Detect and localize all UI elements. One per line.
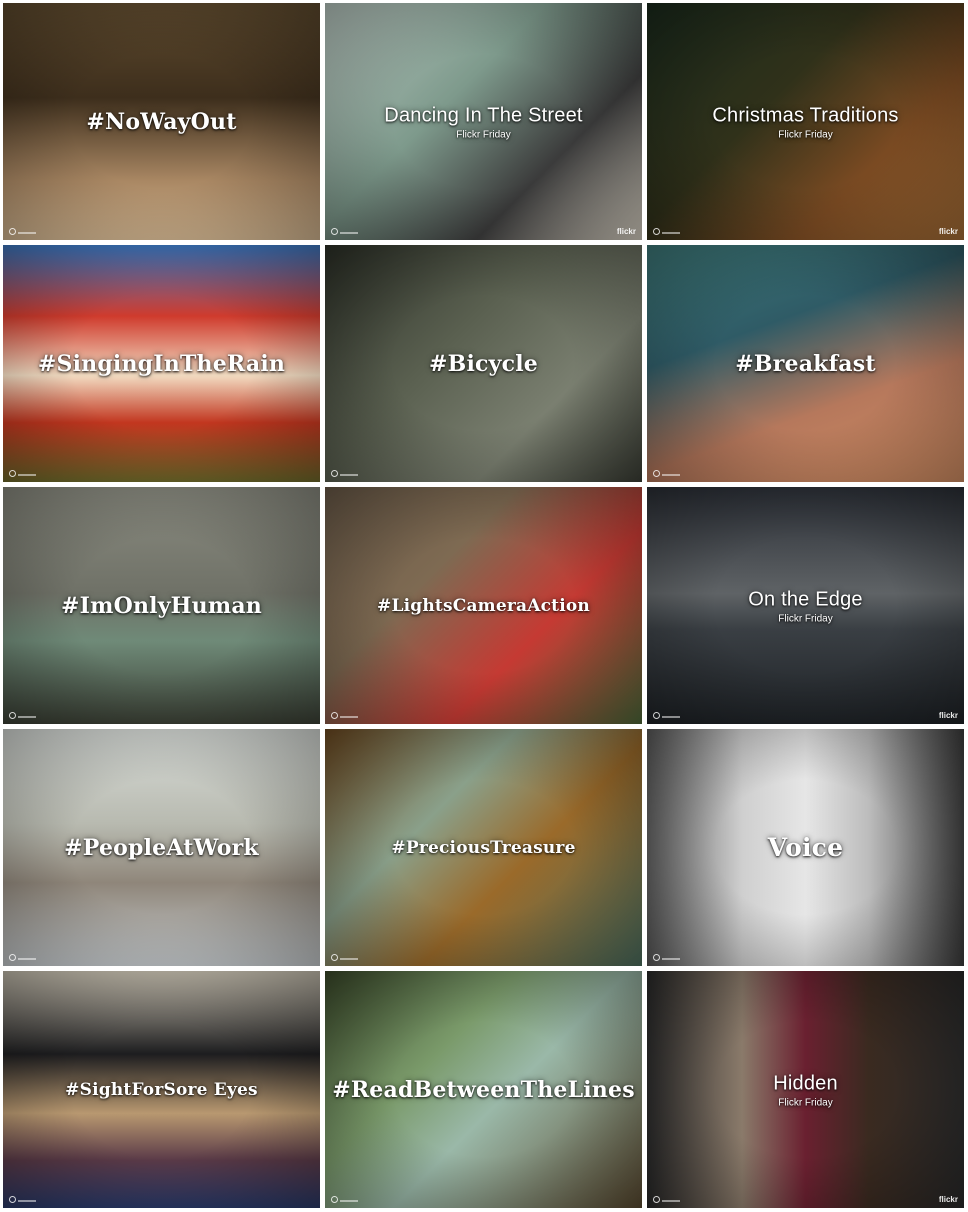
tile-title: #PreciousTreasure (391, 837, 576, 858)
tile-subtitle: Flickr Friday (778, 1097, 833, 1108)
attribution-line (18, 1200, 36, 1202)
attribution-line (662, 958, 680, 960)
photo-tile[interactable]: Christmas Traditions Flickr Friday flickr (647, 3, 964, 240)
license-icon (9, 954, 16, 961)
attribution-line (340, 958, 358, 960)
tile-title: #ReadBetweenTheLines (332, 1076, 635, 1103)
photo-tile[interactable]: #Bicycle (325, 245, 642, 482)
license-icon (331, 1196, 338, 1203)
tile-caption: #ImOnlyHuman (3, 593, 320, 619)
tile-caption: #ReadBetweenTheLines (325, 1077, 642, 1103)
photo-tile[interactable]: #SightForSore Eyes (3, 971, 320, 1208)
tile-caption: #SingingInTheRain (3, 351, 320, 377)
tile-title: #Bicycle (429, 350, 538, 377)
tile-caption: #Breakfast (647, 351, 964, 377)
attribution-line (662, 474, 680, 476)
tile-title: #NoWayOut (86, 108, 237, 135)
photo-tile[interactable]: #Breakfast (647, 245, 964, 482)
tile-title: Christmas Traditions (712, 104, 899, 126)
tile-title: #SightForSore Eyes (65, 1079, 258, 1100)
license-icon (653, 228, 660, 235)
flickr-badge: flickr (616, 227, 636, 236)
attribution-line (340, 716, 358, 718)
license-icon (9, 1196, 16, 1203)
tile-title: #Breakfast (735, 350, 876, 377)
attribution-line (662, 716, 680, 718)
flickr-badge: flickr (938, 711, 958, 720)
license-icon (331, 228, 338, 235)
photo-tile[interactable]: Dancing In The Street Flickr Friday flickr (325, 3, 642, 240)
attribution-line (662, 1200, 680, 1202)
tile-caption: #SightForSore Eyes (3, 1077, 320, 1103)
tile-title: On the Edge (748, 588, 863, 610)
license-icon (9, 228, 16, 235)
photo-tile[interactable]: Voice (647, 729, 964, 966)
photo-tile[interactable]: Hidden Flickr Friday flickr (647, 971, 964, 1208)
photo-tile[interactable]: #NoWayOut (3, 3, 320, 240)
tile-title: Dancing In The Street (384, 104, 583, 126)
tile-subtitle: Flickr Friday (456, 129, 511, 140)
tile-caption: #Bicycle (325, 351, 642, 377)
attribution-line (18, 716, 36, 718)
tile-title: Hidden (773, 1072, 838, 1094)
tile-caption: #PreciousTreasure (325, 835, 642, 861)
photo-tile[interactable]: #ReadBetweenTheLines (325, 971, 642, 1208)
attribution-line (18, 474, 36, 476)
attribution-line (340, 474, 358, 476)
tile-title: #ImOnlyHuman (60, 592, 262, 619)
tile-subtitle: Flickr Friday (778, 613, 833, 624)
tile-caption: #NoWayOut (3, 109, 320, 135)
tile-caption: #PeopleAtWork (3, 835, 320, 861)
photo-tile[interactable]: On the Edge Flickr Friday flickr (647, 487, 964, 724)
attribution-line (662, 232, 680, 234)
tile-title: #LightsCameraAction (377, 595, 590, 616)
photo-tile[interactable]: #SingingInTheRain (3, 245, 320, 482)
license-icon (653, 954, 660, 961)
tile-caption: On the Edge Flickr Friday (647, 586, 964, 625)
photo-tile[interactable]: #LightsCameraAction (325, 487, 642, 724)
attribution-line (340, 232, 358, 234)
tile-caption: #LightsCameraAction (325, 593, 642, 619)
license-icon (331, 712, 338, 719)
photo-tile[interactable]: #ImOnlyHuman (3, 487, 320, 724)
attribution-line (340, 1200, 358, 1202)
tile-title: Voice (767, 832, 844, 862)
tile-caption: Voice (647, 832, 964, 862)
photo-tile[interactable]: #PreciousTreasure (325, 729, 642, 966)
photo-tile[interactable]: #PeopleAtWork (3, 729, 320, 966)
flickr-badge: flickr (938, 1195, 958, 1204)
attribution-line (18, 232, 36, 234)
tile-caption: Christmas Traditions Flickr Friday (647, 102, 964, 141)
flickr-badge: flickr (938, 227, 958, 236)
tile-title: #PeopleAtWork (64, 834, 259, 861)
license-icon (653, 1196, 660, 1203)
license-icon (653, 470, 660, 477)
license-icon (331, 470, 338, 477)
attribution-line (18, 958, 36, 960)
tile-subtitle: Flickr Friday (778, 129, 833, 140)
license-icon (9, 712, 16, 719)
license-icon (331, 954, 338, 961)
tile-caption: Dancing In The Street Flickr Friday (325, 102, 642, 141)
photo-grid: #NoWayOut Dancing In The Street Flickr Fri… (3, 3, 965, 1209)
tile-caption: Hidden Flickr Friday (647, 1070, 964, 1109)
license-icon (9, 470, 16, 477)
tile-title: #SingingInTheRain (37, 350, 286, 377)
license-icon (653, 712, 660, 719)
